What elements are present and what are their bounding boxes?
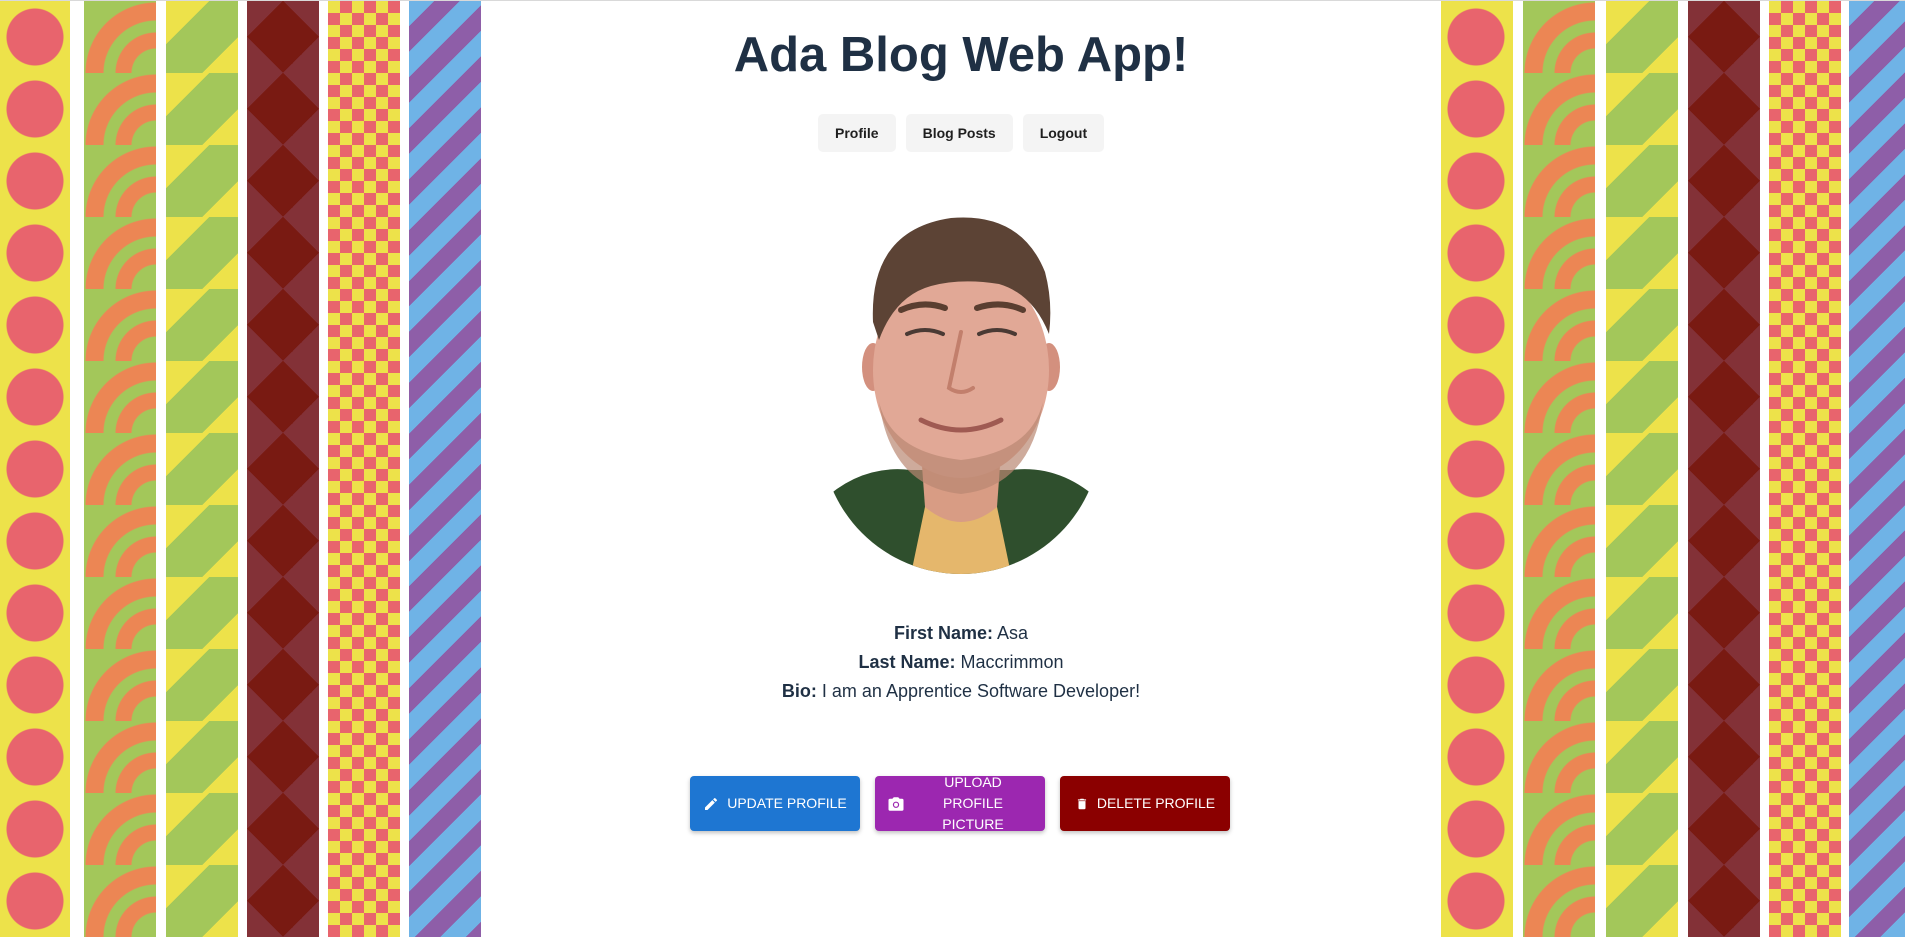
profile-picture — [821, 202, 1101, 574]
last-name-label: Last Name: — [858, 652, 956, 672]
nav-profile-button[interactable]: Profile — [818, 114, 896, 152]
pattern-strip-arcs — [84, 1, 156, 937]
main-nav: Profile Blog Posts Logout — [818, 114, 1105, 152]
pencil-icon — [705, 797, 718, 810]
first-name-label: First Name: — [893, 623, 993, 643]
first-name-row: First Name: Asa — [481, 619, 1441, 648]
camera-icon — [888, 796, 904, 811]
upload-profile-picture-label: UPLOAD PROFILE PICTURE — [942, 774, 1004, 832]
pattern-strip-arcs — [1523, 1, 1595, 937]
pattern-strip-circles — [0, 1, 70, 937]
update-profile-label: UPDATE PROFILE — [727, 795, 847, 811]
pattern-strip-circles — [1441, 1, 1513, 937]
pattern-strip-diamonds — [1688, 1, 1760, 937]
main-content: Ada Blog Web App! Profile Blog Posts Log… — [481, 1, 1441, 937]
upload-profile-picture-button[interactable]: UPLOAD PROFILE PICTURE — [875, 774, 1045, 832]
profile-avatar — [821, 202, 1101, 574]
pattern-strip-diamonds — [247, 1, 319, 937]
last-name-row: Last Name: Maccrimmon — [481, 648, 1441, 677]
pattern-strip-stripes — [1849, 1, 1905, 937]
delete-profile-button[interactable]: DELETE PROFILE — [1060, 776, 1230, 831]
update-profile-button[interactable]: UPDATE PROFILE — [690, 776, 860, 831]
right-decorative-pattern — [1441, 1, 1905, 937]
delete-profile-label: DELETE PROFILE — [1096, 795, 1216, 811]
nav-logout-button[interactable]: Logout — [1022, 114, 1105, 152]
page-title: Ada Blog Web App! — [733, 28, 1189, 82]
profile-actions: UPDATE PROFILE UPLOAD PROFILE PICTURE DE… — [690, 774, 1230, 832]
pattern-strip-diagonal — [166, 1, 238, 937]
pattern-strip-checks — [328, 1, 400, 937]
bio-value: I am an Apprentice Software Developer! — [821, 681, 1141, 701]
first-name-value: Asa — [997, 623, 1029, 643]
pattern-strip-checks — [1769, 1, 1841, 937]
last-name-value: Maccrimmon — [960, 652, 1064, 672]
nav-blog-posts-button[interactable]: Blog Posts — [905, 114, 1013, 152]
trash-icon — [1077, 798, 1086, 809]
left-decorative-pattern — [0, 1, 481, 937]
pattern-strip-stripes — [409, 1, 481, 937]
bio-row: Bio: I am an Apprentice Software Develop… — [481, 677, 1441, 706]
bio-label: Bio: — [781, 681, 817, 701]
profile-info: First Name: Asa Last Name: Maccrimmon Bi… — [481, 619, 1441, 706]
pattern-strip-diagonal — [1606, 1, 1678, 937]
